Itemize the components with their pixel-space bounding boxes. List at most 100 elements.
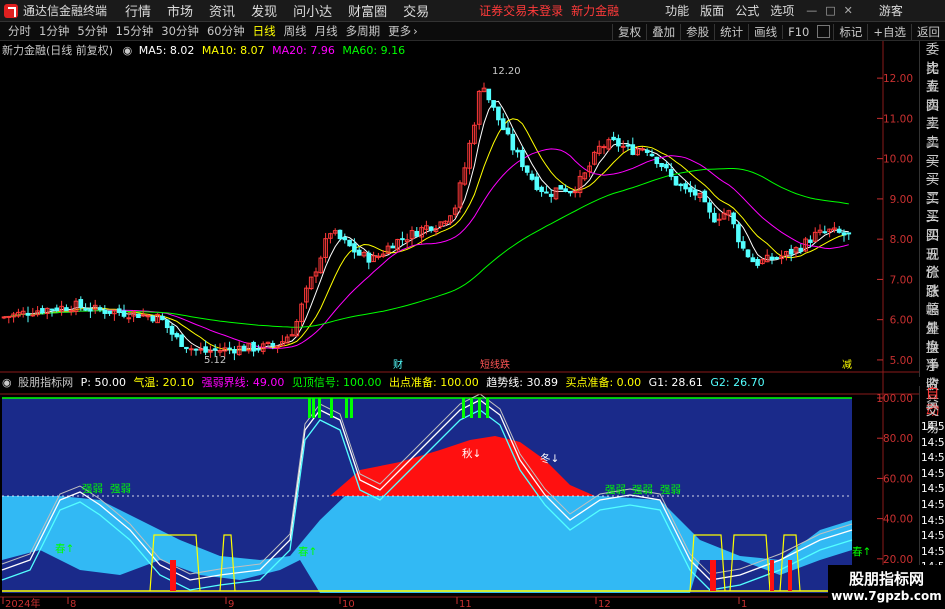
side-buy5[interactable]: 买五 [920, 227, 945, 263]
date-axis-label: 12 [598, 599, 611, 609]
candle-body [136, 313, 141, 319]
candle-body [356, 249, 362, 256]
high-price-label: 12.20 [492, 66, 521, 77]
buy-signal-bar [770, 560, 774, 591]
side-outer[interactable]: 外盘 [920, 320, 945, 356]
side-turnover[interactable]: 换手 [920, 339, 945, 375]
ind-g2: G2: 26.70 [710, 376, 765, 389]
ind-maidian: 买点准备: 0.00 [565, 376, 642, 389]
top-signal-bar [312, 398, 315, 418]
candle-body [116, 308, 122, 313]
side-buy1[interactable]: 买一 [920, 153, 945, 189]
side-price[interactable]: 现价 [920, 246, 945, 282]
candle-body [755, 258, 760, 266]
candle-body [524, 165, 530, 173]
side-mai1[interactable]: 卖一 [920, 134, 945, 170]
ind-chudian: 出点准备: 100.00 [389, 376, 479, 389]
candle-body [97, 307, 103, 311]
side-netasset[interactable]: 净资 [920, 357, 945, 393]
top-signal-bar [308, 398, 311, 418]
side-buy3[interactable]: 买三 [920, 190, 945, 226]
candle-body [256, 348, 261, 351]
candle-body [40, 308, 45, 314]
side-volume[interactable]: 总量 [920, 301, 945, 337]
candle-body [836, 228, 842, 233]
candle-body [121, 310, 127, 317]
ind-qiwen: 气温: 20.10 [133, 376, 195, 389]
candle-body [620, 145, 626, 148]
candle-body [88, 308, 93, 312]
candle-body [270, 342, 276, 346]
candle-body [630, 144, 636, 155]
candle-body [25, 312, 31, 316]
tick-time: 14:56 [921, 498, 945, 511]
tick-time: 14:56 [921, 436, 945, 449]
candle-body [529, 173, 535, 180]
candle-body [241, 345, 247, 352]
candle-body [649, 153, 655, 157]
candle-body [534, 176, 540, 190]
price-axis-label: 7.00 [890, 274, 913, 286]
strong-weak-label: 强弱 [632, 484, 653, 496]
side-mai5[interactable]: 卖五 [920, 60, 945, 96]
candle-body [822, 231, 828, 234]
candle-body [30, 314, 36, 317]
candle-body [198, 348, 204, 351]
candle-body [390, 245, 396, 249]
tick-time: 14:56 [921, 530, 945, 543]
date-axis-label: 10 [342, 599, 355, 609]
candle-body [659, 163, 664, 168]
candle-body [64, 307, 69, 311]
candle-body [539, 186, 544, 193]
side-weibi[interactable]: 委比 [920, 41, 945, 77]
ma20-value: MA20: 7.96 [272, 44, 335, 57]
side-pct[interactable]: 涨幅 [920, 283, 945, 319]
candle-body [169, 325, 175, 335]
legend-toggle-icon[interactable]: ◉ [123, 44, 133, 57]
ind-axis-label: 60.00 [883, 473, 913, 485]
candle-body [563, 188, 568, 192]
buy-signal-bar [712, 560, 716, 591]
candle-body [716, 218, 722, 221]
candle-body [188, 348, 194, 351]
side-buy4[interactable]: 买四 [920, 208, 945, 244]
candle-body [184, 346, 189, 350]
side-buy2[interactable]: 买二 [920, 171, 945, 207]
candle-body [625, 144, 631, 147]
candle-body [611, 136, 616, 141]
side-mai3[interactable]: 卖三 [920, 97, 945, 133]
candle-body [227, 347, 232, 350]
candle-body [688, 187, 693, 193]
candle-body [174, 333, 180, 338]
side-mai4[interactable]: 卖四 [920, 78, 945, 114]
ind-axis-label: 80.00 [883, 433, 913, 445]
candle-body [193, 348, 199, 351]
candle-body [668, 169, 674, 177]
side-mai2[interactable]: 卖二 [920, 115, 945, 151]
candle-body [491, 100, 496, 108]
candle-body [500, 118, 506, 131]
candle-body [712, 212, 717, 223]
top-signal-bar [462, 398, 465, 418]
candle-body [54, 307, 60, 312]
candle-body [568, 191, 573, 194]
tick-time: 14:56 [921, 545, 945, 558]
side-change[interactable]: 涨跌 [920, 264, 945, 300]
price-axis-label: 11.00 [883, 113, 913, 125]
candle-body [707, 202, 712, 213]
candle-body [496, 106, 501, 121]
kline-chart[interactable]: 春↑ 春↑ 春↑秋↓ 冬↓强弱 强弱 强弱 强弱 强弱 12.0011.0010.009.00… [0, 0, 945, 609]
ind-qushi: 趋势线: 30.89 [486, 376, 558, 389]
date-axis-label: 2024年 [5, 597, 40, 609]
candle-body [702, 190, 708, 203]
indicator-toggle-icon[interactable]: ◉ [2, 376, 12, 389]
candle-body [347, 239, 352, 247]
candle-body [366, 252, 372, 263]
tab-auto[interactable]: 自动 [920, 386, 945, 419]
candle-body [664, 163, 669, 169]
candle-body [798, 247, 804, 252]
candle-body [352, 243, 357, 253]
tab-trade[interactable]: 交易 [920, 403, 945, 436]
candle-body [740, 241, 746, 249]
ma5-value: MA5: 8.02 [138, 44, 195, 57]
